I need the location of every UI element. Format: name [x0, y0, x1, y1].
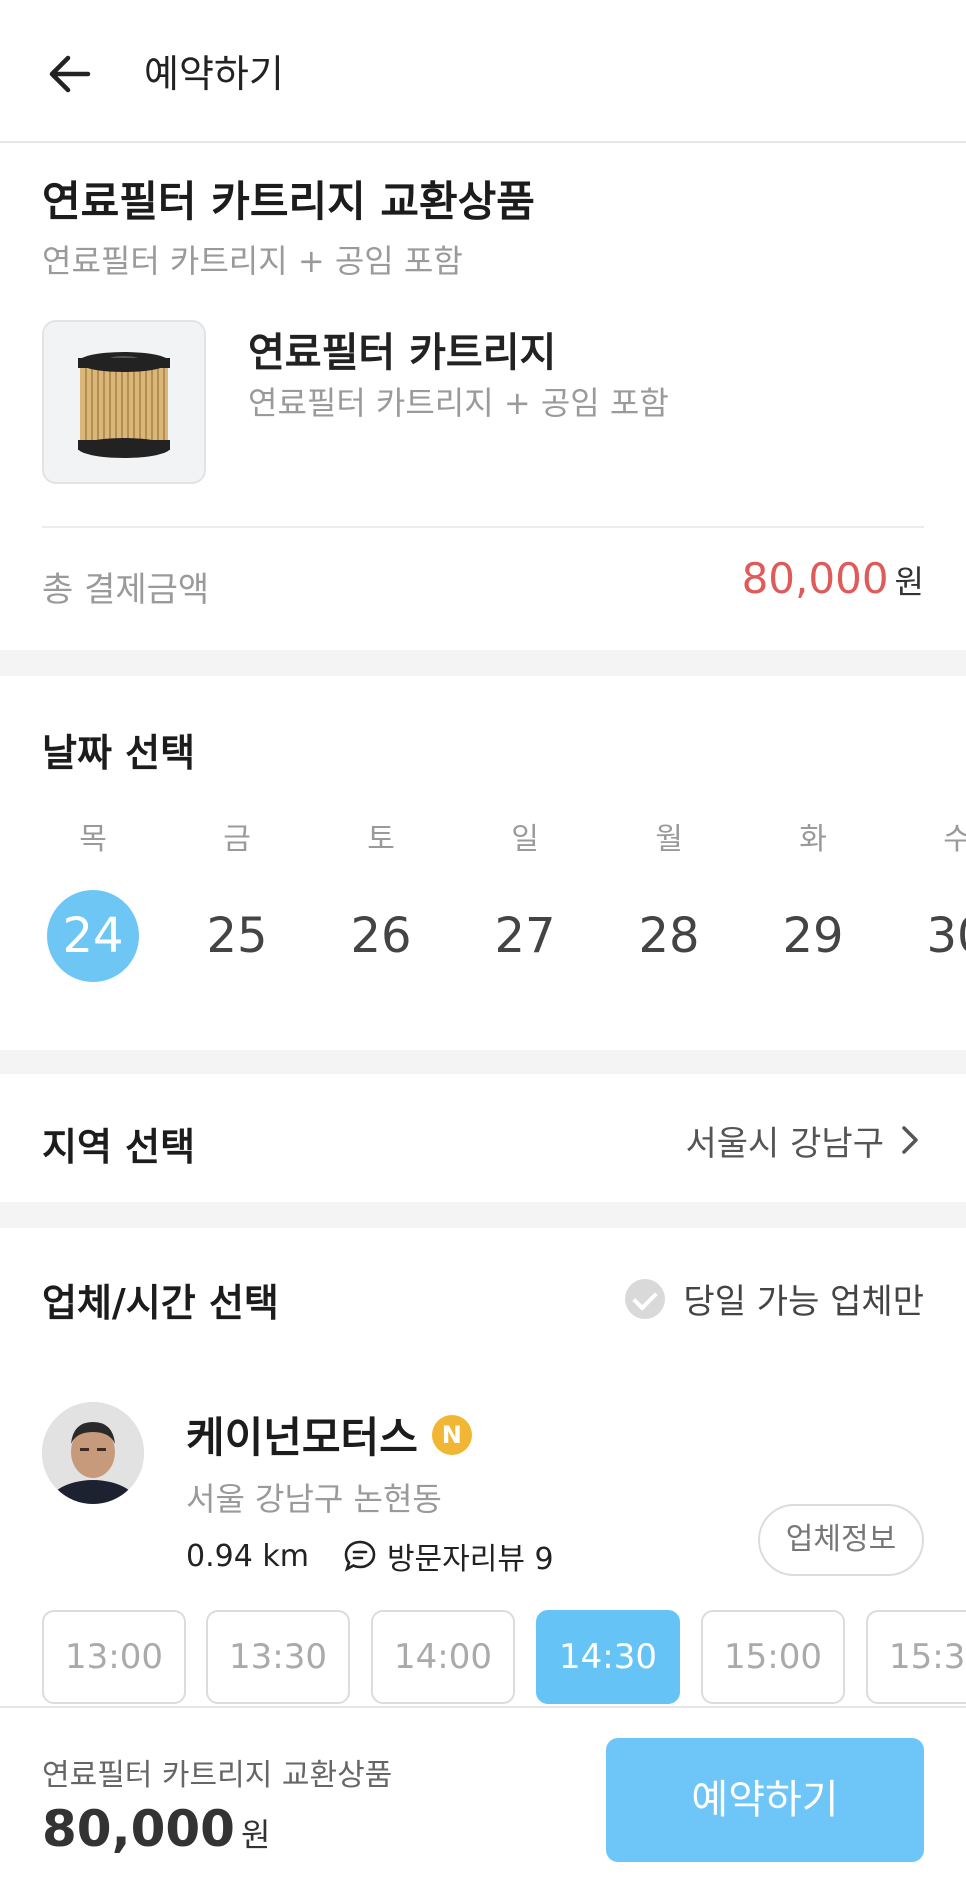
- product-title: 연료필터 카트리지 교환상품: [42, 177, 535, 226]
- section-divider: [0, 1050, 966, 1074]
- vendor-meta: 0.94 km 방문자리뷰 9: [186, 1534, 554, 1578]
- day-number: 30: [926, 908, 966, 964]
- vendor-name[interactable]: 케이넌모터스 N: [186, 1404, 472, 1465]
- day-of-week: 월: [655, 822, 683, 857]
- time-slot[interactable]: 14:00: [371, 1610, 515, 1704]
- time-slot-selected[interactable]: 14:30: [536, 1610, 680, 1704]
- day-of-week: 금: [223, 822, 251, 857]
- date-section-title: 날짜 선택: [42, 731, 196, 775]
- time-slot[interactable]: 13:30: [206, 1610, 350, 1704]
- date-25[interactable]: 금 25: [187, 820, 287, 982]
- day-of-week: 토: [367, 822, 395, 857]
- product-subtitle: 연료필터 카트리지 + 공임 포함: [42, 242, 463, 280]
- total-price: 80,000 원: [742, 554, 924, 603]
- time-slot[interactable]: 15:30: [866, 1610, 966, 1704]
- date-30[interactable]: 수 30: [907, 820, 966, 982]
- reserve-button[interactable]: 예약하기: [606, 1738, 924, 1862]
- vendor-section-title: 업체/시간 선택: [42, 1281, 279, 1325]
- time-slot[interactable]: 15:00: [701, 1610, 845, 1704]
- same-day-filter[interactable]: 당일 가능 업체만: [625, 1274, 924, 1323]
- fuel-filter-image: [78, 352, 170, 458]
- person-photo: [42, 1402, 144, 1504]
- region-section-title: 지역 선택: [42, 1125, 196, 1169]
- day-number: 28: [638, 908, 700, 964]
- bottom-price-value: 80,000: [42, 1800, 235, 1858]
- filter-label: 당일 가능 업체만: [683, 1282, 924, 1322]
- item-name: 연료필터 카트리지: [248, 330, 557, 376]
- total-label: 총 결제금액: [42, 570, 210, 610]
- date-29[interactable]: 화 29: [763, 820, 863, 982]
- vendor-distance: 0.94 km: [186, 1538, 309, 1574]
- chevron-right-icon: [902, 1126, 918, 1154]
- vendor-name-text: 케이넌모터스: [186, 1413, 418, 1462]
- new-badge: N: [431, 1414, 472, 1455]
- vendor-address: 서울 강남구 논현동: [186, 1480, 442, 1518]
- currency-unit: 원: [240, 1816, 271, 1854]
- bottom-bar: 연료필터 카트리지 교환상품 80,000 원 예약하기: [0, 1706, 966, 1891]
- day-of-week: 수: [943, 822, 966, 857]
- day-of-week: 화: [799, 822, 827, 857]
- product-thumbnail: [42, 320, 206, 484]
- check-circle-icon: [625, 1278, 666, 1319]
- bottom-product-name: 연료필터 카트리지 교환상품: [42, 1758, 393, 1793]
- divider: [42, 526, 924, 528]
- vendor-avatar: [42, 1402, 144, 1504]
- date-26[interactable]: 토 26: [331, 820, 431, 982]
- item-description: 연료필터 카트리지 + 공임 포함: [248, 384, 669, 422]
- day-number: 25: [206, 908, 268, 964]
- bottom-price: 80,000 원: [42, 1800, 270, 1858]
- chat-bubble-icon: [344, 1540, 376, 1572]
- review-count[interactable]: 방문자리뷰 9: [387, 1534, 554, 1578]
- vendor-info-button[interactable]: 업체정보: [758, 1504, 924, 1576]
- total-price-value: 80,000: [741, 554, 889, 603]
- date-28[interactable]: 월 28: [619, 820, 719, 982]
- day-number: 29: [782, 908, 844, 964]
- section-divider: [0, 1202, 966, 1228]
- date-27[interactable]: 일 27: [475, 820, 575, 982]
- top-app-bar: 예약하기: [0, 0, 966, 143]
- back-arrow-icon[interactable]: [44, 48, 96, 100]
- day-of-week: 목: [79, 822, 107, 857]
- day-number: 27: [494, 908, 556, 964]
- section-divider: [0, 650, 966, 676]
- day-number: 24: [47, 890, 139, 982]
- time-slot[interactable]: 13:00: [42, 1610, 186, 1704]
- day-of-week: 일: [511, 822, 539, 857]
- currency-unit: 원: [894, 563, 924, 601]
- day-number: 26: [350, 908, 412, 964]
- page-title: 예약하기: [144, 52, 284, 96]
- region-value: 서울시 강남구: [685, 1124, 885, 1164]
- date-24[interactable]: 목 24: [43, 820, 143, 982]
